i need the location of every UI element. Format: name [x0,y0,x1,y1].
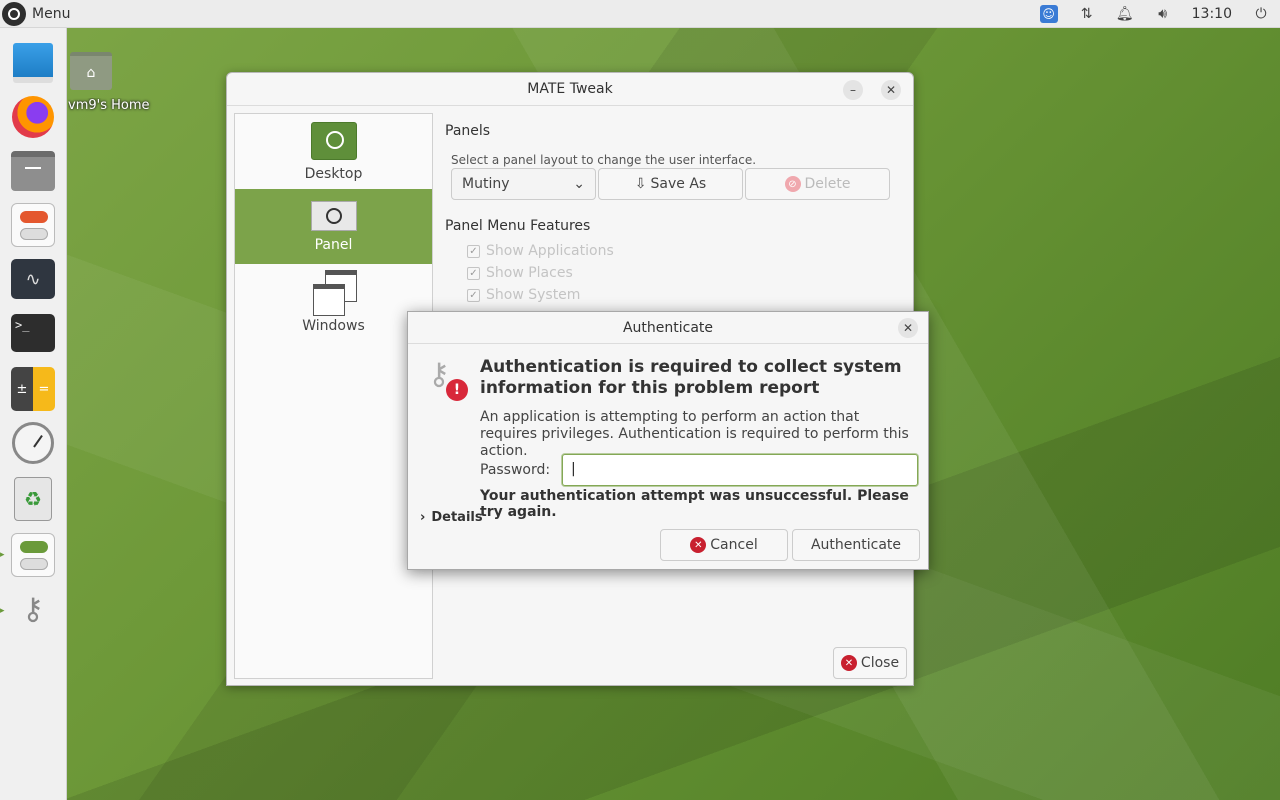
home-folder-label: vm9's Home [68,98,150,113]
show-applications-checkbox[interactable]: ✓ Show Applications [467,240,905,262]
sidebar-item-panel[interactable]: Panel [235,189,432,264]
close-button[interactable]: ✕ Close [833,647,907,679]
auth-error-message: Your authentication attempt was unsucces… [480,488,909,520]
details-expander[interactable]: › Details [420,510,483,525]
close-dialog-button[interactable]: ✕ [898,318,918,338]
windows-icon [311,269,357,316]
menu-features-heading: Panel Menu Features [445,218,591,234]
panels-description: Select a panel layout to change the user… [451,153,757,167]
dialog-title: Authenticate [622,319,714,336]
save-as-button[interactable]: ⇩ Save As [598,168,743,200]
window-titlebar[interactable]: MATE Tweak – ✕ [227,73,913,106]
authenticate-label: Authenticate [810,537,902,553]
panel-icon [310,200,357,231]
panel-layout-value: Mutiny [462,176,510,192]
checkbox-checked-icon: ✓ [467,244,480,258]
close-window-button[interactable]: ✕ [881,80,901,100]
show-system-checkbox[interactable]: ✓ Show System [467,284,905,306]
checkbox-label: Show System [486,287,581,303]
save-icon: ⇩ [634,176,647,192]
window-title: MATE Tweak [527,81,613,97]
show-places-checkbox[interactable]: ✓ Show Places [467,262,905,284]
delete-icon: ⊘ [784,176,801,192]
settings-toggle-icon[interactable] [10,202,56,248]
chevron-right-icon: › [420,510,426,525]
clock[interactable]: 13:10 [1182,6,1242,22]
volume-icon[interactable]: 🔊︎ [1144,0,1182,28]
system-monitor-icon[interactable]: ∿ [10,256,56,302]
files-icon[interactable] [10,148,56,194]
running-indicator-icon: ▸ [0,550,5,560]
details-label: Details [431,510,483,525]
sidebar-item-label: Windows [302,317,365,334]
accessibility-icon[interactable]: ☺ [1030,0,1068,28]
panel-settings: Panels Select a panel layout to change t… [445,123,905,306]
cancel-button[interactable]: ✕ Cancel [660,529,788,561]
sidebar-item-windows[interactable]: Windows [235,264,432,339]
desktop-icon [310,121,357,160]
notification-icon[interactable]: 🔔︎ [1106,0,1144,28]
keys-icon[interactable]: ⚷ [10,586,56,632]
close-icon: ✕ [840,655,857,671]
delete-button[interactable]: ⊘ Delete [745,168,890,200]
home-folder-icon: ⌂ [70,52,112,90]
authenticate-button[interactable]: Authenticate [792,529,920,561]
mate-logo-icon [2,1,26,26]
keys-warning-icon: ⚷ ! [426,357,470,405]
sidebar-item-label: Panel [314,236,353,253]
delete-label: Delete [804,176,851,192]
system-tray: ☺ ⇅ 🔔︎ 🔊︎ 13:10 ⏻ [1030,0,1280,28]
checkbox-checked-icon: ✓ [467,266,480,280]
authenticate-dialog: Authenticate ✕ ⚷ ! Authentication is req… [407,311,929,570]
network-icon[interactable]: ⇅ [1068,0,1106,28]
calculator-icon[interactable]: ± = [10,366,56,412]
dock: ∿ >_ ± = ♻ ▸ ⚷ ▸ [0,28,67,800]
clock-app-icon[interactable] [10,420,56,466]
dialog-titlebar[interactable]: Authenticate ✕ [408,312,928,344]
show-desktop-icon[interactable] [10,40,56,86]
mate-tweak-icon[interactable] [10,532,56,578]
panel-layout-select[interactable]: Mutiny ⌄ [451,168,596,200]
cancel-icon: ✕ [690,537,707,553]
power-icon[interactable]: ⏻ [1242,0,1280,28]
checkbox-label: Show Places [486,265,573,281]
menu-label: Menu [32,5,71,22]
warning-icon: ! [446,379,468,401]
password-label: Password: [480,462,551,478]
sidebar-item-label: Desktop [304,165,363,182]
minimize-button[interactable]: – [843,80,863,100]
auth-heading: Authentication is required to collect sy… [480,357,902,398]
password-field[interactable] [562,454,918,486]
cancel-label: Cancel [710,537,758,553]
sidebar-item-desktop[interactable]: Desktop [235,114,432,189]
trash-icon[interactable]: ♻ [10,476,56,522]
panels-heading: Panels [445,123,491,139]
menu-button[interactable]: Menu [0,0,70,28]
running-indicator-icon: ▸ [0,606,5,616]
sidebar: Desktop Panel Windows [234,113,433,679]
top-panel: Menu ☺ ⇅ 🔔︎ 🔊︎ 13:10 ⏻ [0,0,1280,28]
desktop-home-folder[interactable]: ⌂ vm9's Home [68,52,154,113]
chevron-down-icon: ⌄ [573,176,585,192]
auth-description: An application is attempting to perform … [480,409,909,459]
save-as-label: Save As [650,176,707,192]
checkbox-label: Show Applications [486,243,614,259]
firefox-icon[interactable] [10,94,56,140]
terminal-icon[interactable]: >_ [10,310,56,356]
checkbox-checked-icon: ✓ [467,288,480,302]
close-label: Close [860,655,900,671]
